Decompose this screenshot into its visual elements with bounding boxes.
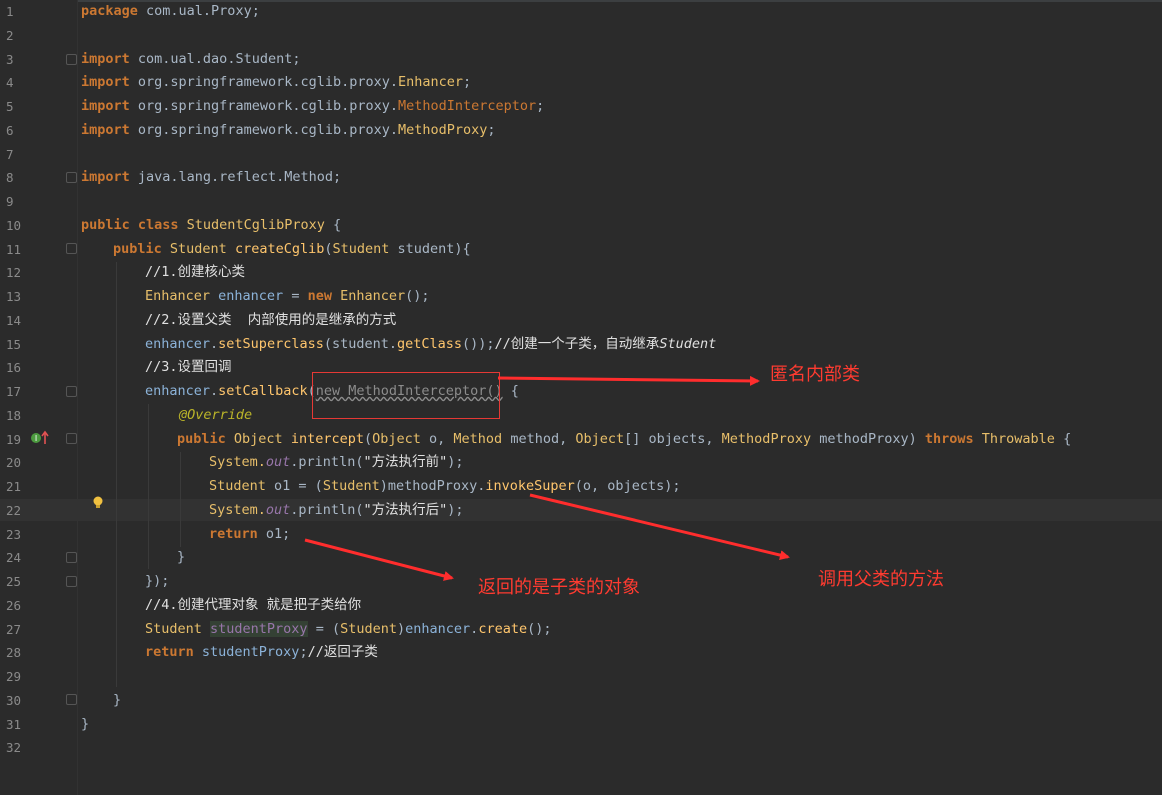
arrow-to-parent-method-label [529, 493, 790, 560]
arrow-to-anonymous-label [497, 375, 760, 386]
arrow-to-return-label [304, 538, 454, 581]
anonymous-inner-class-note: 匿名内部类 [770, 364, 860, 385]
call-parent-method-note: 调用父类的方法 [818, 569, 944, 590]
return-subclass-note: 返回的是子类的对象 [478, 577, 640, 598]
annotation-arrows [304, 375, 790, 581]
